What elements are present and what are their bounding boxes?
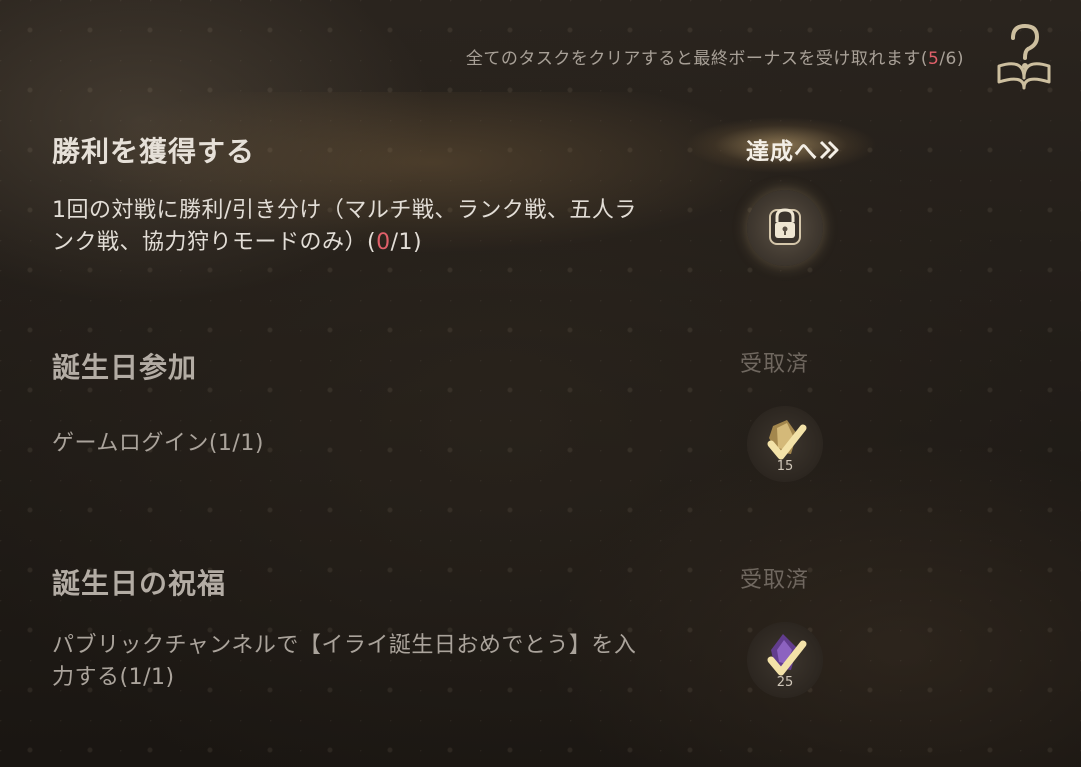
double-chevron-right-icon [818, 139, 842, 165]
claimed-status-birthday-wish: 受取済 [740, 568, 810, 593]
final-bonus-progress: 5 [927, 49, 940, 69]
task-title-birthday-join: 誕生日参加 [52, 351, 198, 384]
task-progress-win-total: /1) [390, 230, 423, 255]
task-progress-win: 0 [376, 230, 391, 255]
reward-count-birthday-join: 15 [776, 459, 794, 474]
reward-item-birthday-join: 15 [747, 406, 823, 482]
task-title-birthday-wish: 誕生日の祝福 [52, 567, 227, 600]
task-desc-win-text: 1回の対戦に勝利/引き分け（マルチ戦、ランク戦、五人ランク戦、協力狩りモードのみ… [52, 198, 637, 255]
task-desc-birthday-wish: パブリックチャンネルで【イライ誕生日おめでとう】を入力する(1/1) [52, 633, 637, 690]
task-title-win: 勝利を獲得する [52, 135, 256, 168]
goto-button-label: 達成へ [746, 139, 818, 165]
final-bonus-note: 全てのタスクをクリアすると最終ボーナスを受け取れます(5/6) [466, 44, 964, 69]
lock-icon [769, 208, 801, 245]
book-question-icon[interactable] [989, 18, 1059, 90]
final-bonus-total: /6) [939, 49, 964, 69]
final-bonus-note-text: 全てのタスクをクリアすると最終ボーナスを受け取れます( [465, 49, 928, 69]
locked-reward[interactable] [747, 190, 823, 266]
task-desc-win: 1回の対戦に勝利/引き分け（マルチ戦、ランク戦、五人ランク戦、協力狩りモードのみ… [52, 195, 652, 259]
task-desc-birthday-join: ゲームログイン(1/1) [52, 431, 264, 456]
goto-button[interactable]: 達成へ [746, 132, 842, 166]
claimed-status-birthday-join: 受取済 [740, 352, 810, 377]
reward-item-birthday-wish: 25 [747, 622, 823, 698]
reward-count-birthday-wish: 25 [776, 675, 794, 690]
